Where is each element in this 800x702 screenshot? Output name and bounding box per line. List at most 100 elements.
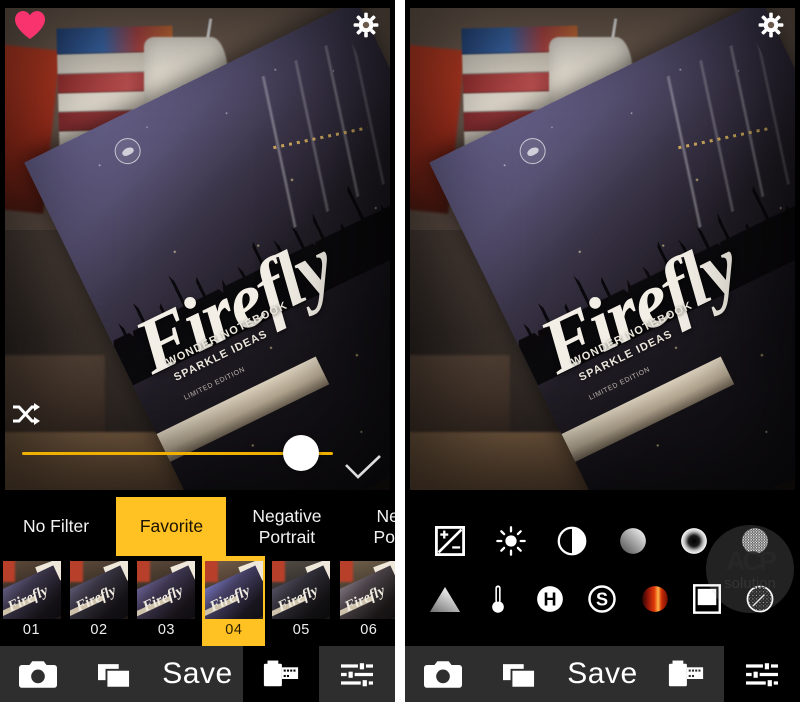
left-screen: 上好佳 Firefly bbox=[0, 0, 395, 702]
shadow-button[interactable]: S bbox=[576, 571, 628, 627]
thumbnail-label: 01 bbox=[22, 622, 41, 638]
thumbnail-label: 03 bbox=[157, 622, 175, 638]
thumbnail-preview: Firefly bbox=[339, 561, 395, 619]
polaroid-frame-icon bbox=[693, 584, 722, 614]
sharpness-button[interactable] bbox=[419, 571, 471, 627]
texture-button[interactable] bbox=[734, 571, 786, 627]
grain-circle-icon bbox=[742, 528, 769, 554]
film-roll-button[interactable] bbox=[648, 646, 724, 702]
camera-button[interactable] bbox=[405, 646, 481, 702]
filter-thumbnail-strip[interactable]: Firefly 01 Firefly 02 Firefly 03 Firefly bbox=[0, 556, 395, 646]
highlight-button[interactable]: H bbox=[524, 571, 576, 627]
filter-category-line2: Portra bbox=[373, 526, 395, 547]
svg-text:S: S bbox=[596, 590, 608, 610]
filter-category-no-filter[interactable]: No Filter bbox=[0, 497, 112, 556]
thumbnail-label: 04 bbox=[225, 622, 243, 638]
layers-button[interactable] bbox=[76, 646, 152, 702]
gear-icon-glyph bbox=[353, 12, 379, 38]
texture-circle-icon bbox=[746, 585, 774, 613]
triangle-gradient-icon bbox=[430, 586, 461, 612]
adjustment-row-2: H S bbox=[405, 571, 800, 627]
gear-icon[interactable] bbox=[353, 12, 379, 38]
gear-icon-glyph bbox=[758, 12, 784, 38]
vignette-button[interactable] bbox=[664, 513, 725, 569]
filter-category-line2: Portrait bbox=[258, 526, 316, 547]
grain-button[interactable] bbox=[725, 513, 786, 569]
camera-icon bbox=[424, 660, 462, 688]
filter-thumbnail-03[interactable]: Firefly 03 bbox=[135, 556, 198, 646]
right-screen: 上好佳 Firefly bbox=[405, 0, 800, 702]
thumbnail-preview: Firefly bbox=[204, 561, 263, 619]
filter-category-negative-portrait[interactable]: Negative Portrait bbox=[231, 497, 343, 556]
fade-button[interactable] bbox=[603, 513, 664, 569]
vignette-circle-icon bbox=[681, 528, 708, 554]
film-roll-icon bbox=[263, 660, 299, 686]
highlight-h-icon: H bbox=[537, 586, 563, 612]
thumbnail-preview: Firefly bbox=[272, 561, 331, 619]
heart-icon-glyph bbox=[15, 11, 45, 39]
photo-image: 上好佳 Firefly bbox=[5, 8, 390, 490]
shuffle-icon[interactable] bbox=[12, 403, 40, 425]
brightness-button[interactable] bbox=[480, 513, 541, 569]
film-roll-icon bbox=[668, 660, 704, 686]
border-button[interactable] bbox=[681, 571, 733, 627]
filter-intensity-slider[interactable] bbox=[22, 433, 333, 473]
photo-preview-area: 上好佳 Firefly bbox=[405, 0, 800, 497]
camera-icon bbox=[19, 660, 57, 688]
thumbnail-label: 06 bbox=[360, 622, 378, 638]
filter-thumbnail-06[interactable]: Firefly 06 bbox=[337, 556, 395, 646]
photo-frame: 上好佳 Firefly bbox=[5, 8, 390, 490]
adjustments-button[interactable] bbox=[319, 646, 395, 702]
gradient-circle-icon bbox=[620, 528, 646, 554]
sliders-icon bbox=[746, 661, 778, 687]
thermometer-icon bbox=[491, 585, 504, 613]
filter-thumbnail-02[interactable]: Firefly 02 bbox=[67, 556, 130, 646]
thumbnail-label: 05 bbox=[292, 622, 310, 638]
filter-category-line1: Negative bbox=[252, 506, 322, 526]
thumbnail-preview: Firefly bbox=[2, 561, 61, 619]
brightness-sun-icon bbox=[495, 526, 526, 556]
tint-button[interactable] bbox=[629, 571, 681, 627]
sliders-icon bbox=[341, 661, 373, 687]
adjustments-button[interactable] bbox=[724, 646, 800, 702]
check-icon-glyph bbox=[345, 455, 381, 479]
layers-icon bbox=[503, 663, 535, 688]
filter-category-line1: Nega bbox=[376, 506, 395, 526]
exposure-button[interactable] bbox=[419, 513, 480, 569]
film-roll-button[interactable] bbox=[243, 646, 319, 702]
bottom-toolbar: Save bbox=[405, 646, 800, 702]
camera-button[interactable] bbox=[0, 646, 76, 702]
heart-icon[interactable] bbox=[14, 10, 46, 40]
slider-knob[interactable] bbox=[283, 435, 320, 471]
exposure-icon bbox=[434, 526, 465, 556]
filter-thumbnail-01[interactable]: Firefly 01 bbox=[0, 556, 63, 646]
photo-image: 上好佳 Firefly bbox=[410, 8, 795, 490]
bottom-toolbar: Save bbox=[0, 646, 395, 702]
filter-thumbnail-04[interactable]: Firefly 04 bbox=[202, 556, 266, 646]
contrast-button[interactable] bbox=[541, 513, 602, 569]
thumbnail-preview: Firefly bbox=[137, 561, 196, 619]
tint-red-circle-icon bbox=[642, 586, 668, 612]
filter-category-negative-portrait-2[interactable]: Nega Portra bbox=[347, 497, 395, 556]
filter-category-strip[interactable]: No Filter Favorite Negative Portrait Neg… bbox=[0, 497, 395, 556]
check-icon[interactable] bbox=[343, 453, 383, 481]
filter-category-favorite[interactable]: Favorite bbox=[116, 497, 227, 556]
gear-icon[interactable] bbox=[758, 12, 784, 38]
contrast-half-circle-icon bbox=[557, 526, 587, 556]
svg-text:H: H bbox=[544, 590, 557, 610]
thumbnail-preview: Firefly bbox=[69, 561, 128, 619]
temperature-button[interactable] bbox=[471, 571, 523, 627]
adjustment-tools-grid: H S ACP solution bbox=[405, 497, 800, 646]
shadow-s-icon: S bbox=[588, 585, 617, 613]
save-button[interactable]: Save bbox=[152, 646, 243, 702]
save-button[interactable]: Save bbox=[557, 646, 648, 702]
layers-icon bbox=[98, 663, 130, 688]
photo-preview-area: 上好佳 Firefly bbox=[0, 0, 395, 497]
dual-screenshot-container: 上好佳 Firefly bbox=[0, 0, 800, 702]
thumbnail-label: 02 bbox=[90, 622, 108, 638]
shuffle-icon-glyph bbox=[13, 403, 40, 425]
photo-frame: 上好佳 Firefly bbox=[410, 8, 795, 490]
layers-button[interactable] bbox=[481, 646, 557, 702]
filter-thumbnail-05[interactable]: Firefly 05 bbox=[270, 556, 333, 646]
adjustment-row-1 bbox=[405, 513, 800, 569]
